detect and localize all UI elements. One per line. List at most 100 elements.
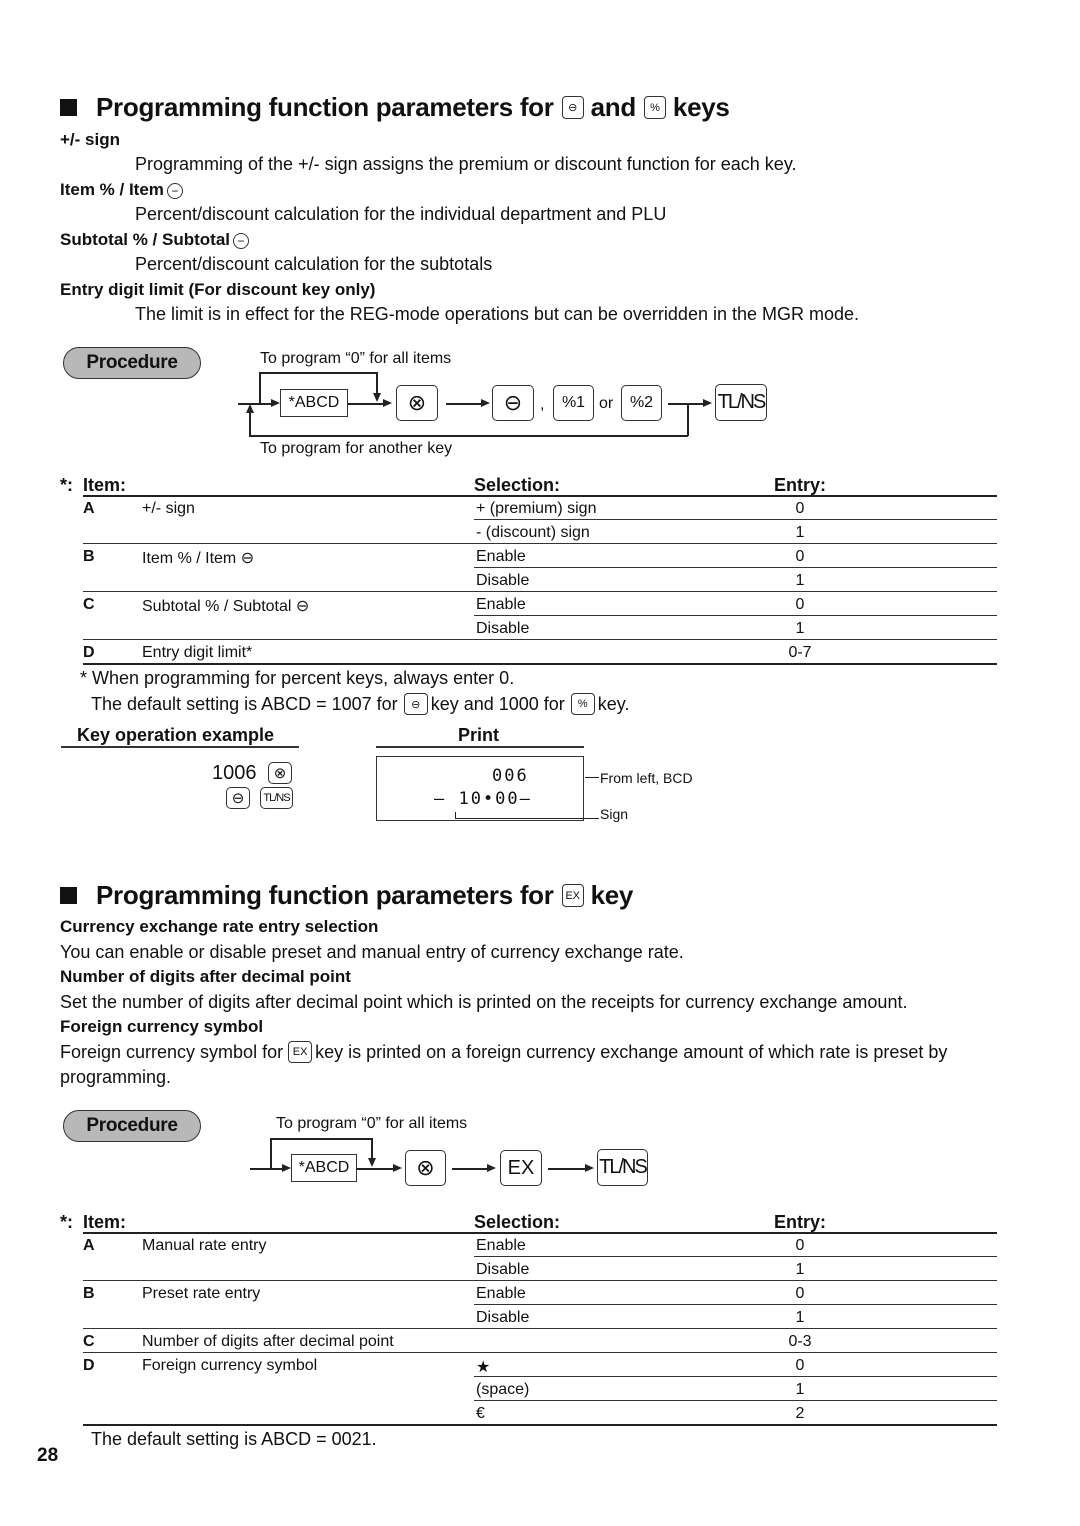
section1-heading: Programming function parameters for ⊖ an… <box>60 92 730 123</box>
param-title: Item % / Item − <box>60 180 183 200</box>
row-letter: C <box>83 596 95 613</box>
discount-key: ⊖ <box>492 385 534 421</box>
multiply-key: ⊗ <box>396 385 438 421</box>
row-selection: + (premium) sign <box>476 500 597 517</box>
ex-key: EX <box>500 1150 542 1186</box>
row-divider <box>474 1400 997 1401</box>
print-title: Print <box>458 725 500 745</box>
col-item-header: Item: <box>83 1212 127 1232</box>
col-entry-header: Entry: <box>774 475 827 495</box>
procedure-badge: Procedure <box>63 347 201 379</box>
page-number: 28 <box>37 1445 59 1466</box>
param-desc: You can enable or disable preset and man… <box>60 942 684 962</box>
label-sign: Sign <box>600 806 629 822</box>
param-desc: The limit is in effect for the REG-mode … <box>135 304 860 324</box>
row-entry: 1 <box>795 1309 805 1326</box>
row-divider <box>83 1328 997 1329</box>
key-op-title: Key operation example <box>77 725 275 745</box>
row-letter: D <box>83 644 95 661</box>
row-letter: B <box>83 548 95 565</box>
col-item-header: Item: <box>83 475 127 495</box>
row-selection: Enable <box>476 1237 526 1254</box>
discount-key: ⊖ <box>226 787 250 809</box>
discount-key-icon: ⊖ <box>403 693 428 715</box>
row-selection: (space) <box>476 1381 530 1398</box>
row-entry: 1 <box>795 524 805 541</box>
default-setting: The default setting is ABCD = 1007 for ⊖… <box>91 693 630 715</box>
row-divider <box>474 1304 997 1305</box>
row-selection: Enable <box>476 548 526 565</box>
row-divider <box>474 615 997 616</box>
param-title: Entry digit limit (For discount key only… <box>60 280 376 299</box>
tlns-key: TL/NS <box>260 787 293 809</box>
param-desc: Percent/discount calculation for the sub… <box>135 254 493 274</box>
loop-top-note: To program “0” for all items <box>276 1115 468 1132</box>
row-entry: 1 <box>795 1261 805 1278</box>
param-desc: Programming of the +/- sign assigns the … <box>135 154 797 174</box>
row-letter: B <box>83 1285 95 1302</box>
row-divider <box>474 519 997 520</box>
row-entry: 1 <box>795 620 805 637</box>
abcd-entry-box: *ABCD <box>291 1154 357 1182</box>
row-entry: 0 <box>795 1237 805 1254</box>
percent1-key: %1 <box>553 385 594 421</box>
row-letter: A <box>83 500 95 517</box>
row-entry: 0-7 <box>788 644 812 661</box>
bullet-square-icon <box>60 99 77 116</box>
col-selection-header: Selection: <box>474 475 561 495</box>
procedure-badge: Procedure <box>63 1110 201 1142</box>
row-entry: 0-3 <box>788 1333 812 1350</box>
row-selection: € <box>476 1405 485 1422</box>
minus-circle-icon: − <box>166 182 183 199</box>
bullet-square-icon <box>60 887 77 904</box>
row-divider <box>83 591 997 592</box>
row-selection: - (discount) sign <box>476 524 590 541</box>
minus-circle-icon: − <box>233 232 249 249</box>
param-desc: Percent/discount calculation for the ind… <box>135 204 667 224</box>
row-selection: Disable <box>476 1309 530 1326</box>
param-title: Subtotal % / Subtotal − <box>60 230 249 250</box>
abcd-entry-box: *ABCD <box>280 389 348 417</box>
row-letter: C <box>83 1333 95 1350</box>
print-line-bcd: 006 <box>492 766 529 786</box>
param-title: Number of digits after decimal point <box>60 967 351 986</box>
row-item: Manual rate entry <box>142 1237 267 1254</box>
footnote: * When programming for percent keys, alw… <box>80 668 515 688</box>
section2-heading: Programming function parameters for EX k… <box>60 880 633 911</box>
row-entry: 2 <box>795 1405 805 1422</box>
param-desc: Set the number of digits after decimal p… <box>60 992 908 1012</box>
percent-key-icon: % <box>643 96 666 119</box>
row-selection: Enable <box>476 596 526 613</box>
row-divider <box>474 567 997 568</box>
row-selection: ★ <box>476 1359 491 1376</box>
row-item: Preset rate entry <box>142 1285 261 1302</box>
row-divider <box>83 639 997 640</box>
row-divider <box>83 543 997 544</box>
default-setting: The default setting is ABCD = 0021. <box>91 1429 377 1449</box>
row-entry: 0 <box>795 1285 805 1302</box>
row-entry: 0 <box>795 500 805 517</box>
ex-key-icon: EX <box>288 1041 313 1063</box>
row-letter: D <box>83 1357 95 1374</box>
row-entry: 0 <box>795 1357 805 1374</box>
row-item: Item % / Item ⊖ <box>142 550 255 567</box>
loop-bottom-note: To program for another key <box>260 440 453 457</box>
row-item: Entry digit limit* <box>142 644 253 661</box>
row-item: Foreign currency symbol <box>142 1357 318 1374</box>
entry-number: 1006 <box>212 762 257 784</box>
row-item: Number of digits after decimal point <box>142 1333 394 1350</box>
percent-key-icon: % <box>570 693 595 715</box>
row-selection: Disable <box>476 572 530 589</box>
param-title: Foreign currency symbol <box>60 1017 264 1036</box>
row-entry: 1 <box>795 1381 805 1398</box>
row-entry: 1 <box>795 572 805 589</box>
row-letter: A <box>83 1237 95 1254</box>
col-selection-header: Selection: <box>474 1212 561 1232</box>
tlns-key: TL/NS <box>597 1149 648 1186</box>
discount-key-icon: ⊖ <box>561 96 584 119</box>
col-entry-header: Entry: <box>774 1212 827 1232</box>
row-selection: Enable <box>476 1285 526 1302</box>
row-divider <box>83 1424 997 1426</box>
ex-key-icon: EX <box>561 884 584 907</box>
row-divider <box>474 1376 997 1377</box>
